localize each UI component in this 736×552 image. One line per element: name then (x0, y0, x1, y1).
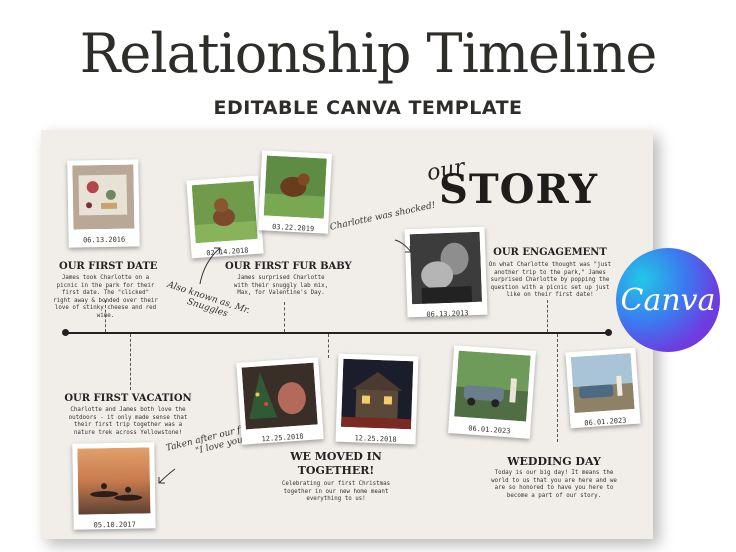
photo-date: 06.01.2023 (584, 416, 627, 428)
moved-in-photo-2: 12.25.2018 (335, 353, 419, 445)
fur-baby-connector (284, 302, 285, 332)
car-couple-image (570, 352, 635, 414)
photo-date: 06.01.2023 (468, 424, 511, 436)
christmas-image (241, 362, 318, 430)
page-title: Relationship Timeline (79, 22, 658, 85)
arrow-icon (199, 247, 221, 285)
fur-baby-heading: OUR FIRST FUR BABY (225, 261, 352, 272)
engagement-photo: 06.13.2013 (404, 226, 488, 319)
timeline-axis (65, 332, 611, 334)
fur-baby-photo-2: 03.22.2019 (257, 150, 333, 234)
car-image (454, 350, 531, 422)
vacation-heading: OUR FIRST VACATION (64, 393, 192, 404)
photo-date: 06.13.2013 (426, 309, 469, 319)
dog-image (263, 155, 327, 219)
photo-date: 03.22.2019 (271, 222, 315, 234)
first-date-connector (105, 300, 106, 332)
kayak-image (77, 447, 151, 515)
timeline-start-dot (62, 329, 69, 336)
puppy-image (191, 180, 258, 244)
arrow-icon (158, 468, 176, 484)
engagement-body: On what Charlotte thought was "just anot… (488, 262, 612, 299)
wedding-heading: WEDDING DAY (507, 455, 601, 468)
wedding-photo-2: 06.01.2023 (565, 347, 641, 429)
picnic-image (72, 164, 135, 230)
vacation-body: Charlotte and James both love the outdoo… (68, 407, 188, 436)
arrow-icon (394, 239, 412, 253)
timeline-end-dot (605, 329, 612, 336)
first-date-heading: OUR FIRST DATE (59, 261, 158, 272)
photo-date: 06.13.2016 (82, 235, 126, 245)
moved-in-body: Celebrating our first Christmas together… (281, 481, 391, 503)
wedding-body: Today is our big day! It means the world… (491, 470, 617, 499)
moved-in-heading: WE MOVED IN TOGETHER! (290, 450, 382, 477)
engagement-image (409, 231, 483, 305)
fur-baby-body: James surprised Charlotte with their snu… (233, 275, 329, 297)
wedding-connector (557, 334, 558, 442)
photo-date: 05.10.2017 (93, 520, 136, 530)
photo-date: 12.25.2018 (261, 432, 304, 444)
canva-logo-badge: Canva (616, 248, 720, 352)
vacation-connector (130, 334, 131, 390)
timeline-board: our STORY 06.13.2016 OUR FIRST DATE Jame… (41, 130, 653, 539)
wedding-photo-1: 06.01.2023 (448, 345, 536, 439)
engagement-connector (547, 300, 548, 332)
photo-date: 12.25.2018 (354, 434, 397, 444)
house-image (341, 358, 414, 430)
moved-in-photo-1: 12.25.2018 (236, 357, 324, 445)
story-title: STORY (439, 166, 599, 213)
page-subtitle: EDITABLE CANVA TEMPLATE (213, 97, 523, 119)
moved-in-connector (328, 334, 329, 358)
engagement-heading: OUR ENGAGEMENT (493, 247, 607, 258)
vacation-photo: 05.10.2017 (72, 442, 156, 530)
canva-logo-text: Canva (620, 282, 716, 318)
first-date-photo: 06.13.2016 (67, 159, 140, 248)
